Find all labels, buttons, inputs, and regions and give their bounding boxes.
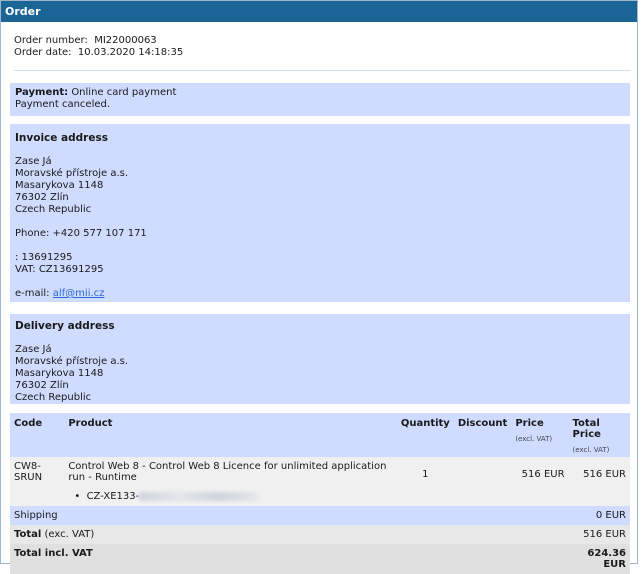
order-panel: Order Order number: MI22000063 Order dat… <box>0 0 638 574</box>
delivery-country: Czech Republic <box>15 392 92 403</box>
bullet-icon: • <box>74 491 81 502</box>
order-date: 10.03.2020 14:18:35 <box>77 47 184 58</box>
item-quantity: 1 <box>396 457 454 506</box>
invoice-email-link[interactable]: alf@mii.cz <box>53 288 105 299</box>
divider <box>14 70 631 71</box>
col-price-label: Price <box>515 418 544 429</box>
shipping-label: Shipping <box>10 506 569 525</box>
invoice-vat: VAT: CZ13691295 <box>15 264 104 275</box>
payment-label: Payment: <box>15 87 69 98</box>
col-code: Code <box>10 413 65 457</box>
license-prefix: CZ-XE133- <box>86 491 140 502</box>
total-exc-label-cell: Total (exc. VAT) <box>10 525 569 544</box>
invoice-address-box: Invoice address Zase Já Moravské přístro… <box>10 124 630 302</box>
invoice-email-row: e-mail: alf@mii.cz <box>15 288 625 300</box>
invoice-street: Masarykova 1148 <box>15 180 104 191</box>
payment-method: Online card payment <box>71 87 177 98</box>
payment-box: Payment: Online card payment Payment can… <box>10 83 630 116</box>
item-product: Control Web 8 - Control Web 8 Licence fo… <box>64 457 397 506</box>
total-inc-row: Total incl. VAT 624.36 EUR <box>10 544 630 574</box>
order-number-label: Order number: <box>14 35 88 46</box>
invoice-name: Zase Já <box>15 156 52 167</box>
invoice-address-title: Invoice address <box>15 132 108 144</box>
redacted-license-key <box>139 491 260 501</box>
order-number: MI22000063 <box>94 35 157 46</box>
invoice-phone: Phone: +420 577 107 171 <box>15 228 147 239</box>
delivery-company: Moravské přístroje a.s. <box>15 356 129 367</box>
payment-status: Payment canceled. <box>15 99 111 110</box>
total-exc-label: Total <box>14 529 42 540</box>
total-exc-value: 516 EUR <box>568 525 630 544</box>
item-discount <box>453 457 512 506</box>
delivery-name: Zase Já <box>15 344 52 355</box>
col-quantity: Quantity <box>396 413 454 457</box>
shipping-row: Shipping 0 EUR <box>10 506 630 525</box>
col-total-label: Total Price <box>572 418 601 440</box>
shipping-value: 0 EUR <box>568 506 630 525</box>
order-date-row: Order date: 10.03.2020 14:18:35 <box>14 47 637 59</box>
item-price: 516 EUR <box>511 457 569 506</box>
col-price-sub: (excl. VAT) <box>515 435 553 443</box>
table-row: CW8-SRUN Control Web 8 - Control Web 8 L… <box>10 457 630 506</box>
delivery-city: 76302 Zlín <box>15 380 69 391</box>
col-discount: Discount <box>453 413 512 457</box>
total-exc-row: Total (exc. VAT) 516 EUR <box>10 525 630 544</box>
order-items-table: Code Product Quantity Discount Price (ex… <box>10 413 630 574</box>
order-date-label: Order date: <box>14 47 72 58</box>
total-exc-suffix: (exc. VAT) <box>44 529 95 540</box>
delivery-street: Masarykova 1148 <box>15 368 104 379</box>
col-total: Total Price (excl. VAT) <box>568 413 630 457</box>
delivery-address-box: Delivery address Zase Já Moravské přístr… <box>10 314 630 404</box>
invoice-email-label: e-mail: <box>15 288 50 299</box>
delivery-address-title: Delivery address <box>15 320 115 332</box>
item-product-name: Control Web 8 - Control Web 8 Licence fo… <box>68 461 387 483</box>
item-code: CW8-SRUN <box>10 457 65 506</box>
panel-title: Order <box>1 1 637 22</box>
item-total: 516 EUR <box>568 457 630 506</box>
total-inc-label: Total incl. VAT <box>10 544 569 574</box>
invoice-country: Czech Republic <box>15 204 92 215</box>
invoice-company: Moravské přístroje a.s. <box>15 168 129 179</box>
table-header-row: Code Product Quantity Discount Price (ex… <box>10 413 630 457</box>
col-price: Price (excl. VAT) <box>511 413 569 457</box>
invoice-city: 76302 Zlín <box>15 192 69 203</box>
col-product: Product <box>64 413 397 457</box>
invoice-id: : 13691295 <box>15 252 73 263</box>
total-inc-value: 624.36 EUR <box>568 544 630 574</box>
col-total-sub: (excl. VAT) <box>572 446 610 454</box>
order-number-row: Order number: MI22000063 <box>14 35 637 47</box>
item-license: • CZ-XE133- <box>74 491 393 502</box>
order-info: Order number: MI22000063 Order date: 10.… <box>1 22 637 71</box>
